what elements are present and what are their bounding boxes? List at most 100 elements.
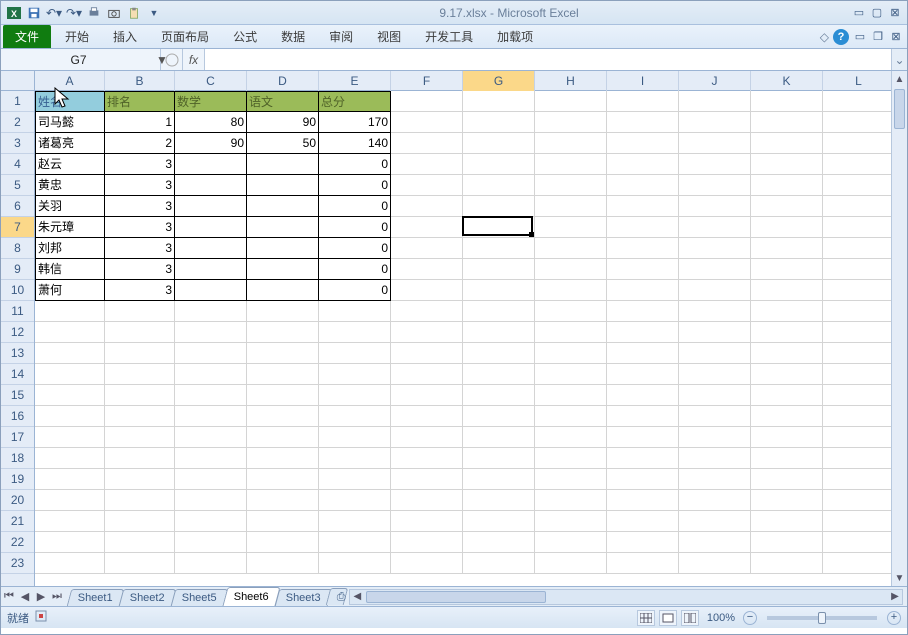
cell-B19[interactable] [105,469,175,490]
cell-L13[interactable] [823,343,891,364]
cell-E2[interactable]: 170 [319,112,391,133]
row-header-21[interactable]: 21 [1,511,34,532]
sheet-tab-Sheet2[interactable]: Sheet2 [119,589,176,606]
row-header-10[interactable]: 10 [1,280,34,301]
cell-L4[interactable] [823,154,891,175]
cell-L20[interactable] [823,490,891,511]
cell-F21[interactable] [391,511,463,532]
tab-review[interactable]: 审阅 [317,25,365,48]
cell-L7[interactable] [823,217,891,238]
cell-I9[interactable] [607,259,679,280]
cell-K9[interactable] [751,259,823,280]
col-header-A[interactable]: A [35,71,105,91]
cell-J5[interactable] [679,175,751,196]
cell-B16[interactable] [105,406,175,427]
cell-B18[interactable] [105,448,175,469]
cell-C21[interactable] [175,511,247,532]
row-header-17[interactable]: 17 [1,427,34,448]
cell-B9[interactable]: 3 [105,259,175,280]
cell-E21[interactable] [319,511,391,532]
cell-I14[interactable] [607,364,679,385]
cell-H20[interactable] [535,490,607,511]
cell-K6[interactable] [751,196,823,217]
col-header-E[interactable]: E [319,71,391,91]
cell-F9[interactable] [391,259,463,280]
cell-G22[interactable] [463,532,535,553]
cell-G4[interactable] [463,154,535,175]
cell-G19[interactable] [463,469,535,490]
cell-H1[interactable] [535,91,607,112]
print-preview-icon[interactable] [85,4,103,22]
cell-C16[interactable] [175,406,247,427]
cell-E14[interactable] [319,364,391,385]
row-header-8[interactable]: 8 [1,238,34,259]
cell-H18[interactable] [535,448,607,469]
col-header-F[interactable]: F [391,71,463,91]
cell-L8[interactable] [823,238,891,259]
cell-G11[interactable] [463,301,535,322]
cell-A19[interactable] [35,469,105,490]
select-all-corner[interactable] [1,71,35,91]
scroll-right-icon[interactable]: ▶ [888,590,902,604]
cell-K15[interactable] [751,385,823,406]
cell-E9[interactable]: 0 [319,259,391,280]
row-header-15[interactable]: 15 [1,385,34,406]
sheet-nav-first-icon[interactable]: ⏮ [1,590,17,603]
cell-K14[interactable] [751,364,823,385]
cell-B3[interactable]: 2 [105,133,175,154]
cell-G12[interactable] [463,322,535,343]
cell-J13[interactable] [679,343,751,364]
cell-A10[interactable]: 萧何 [35,280,105,301]
cell-L15[interactable] [823,385,891,406]
cell-L10[interactable] [823,280,891,301]
row-header-19[interactable]: 19 [1,469,34,490]
cell-F7[interactable] [391,217,463,238]
file-tab[interactable]: 文件 [3,25,51,48]
new-sheet-button[interactable]: ⎙ [326,588,349,605]
cell-K23[interactable] [751,553,823,574]
cell-J19[interactable] [679,469,751,490]
cell-I23[interactable] [607,553,679,574]
cell-E18[interactable] [319,448,391,469]
cell-K5[interactable] [751,175,823,196]
workbook-minimize-button[interactable]: ▭ [853,31,867,43]
cell-F4[interactable] [391,154,463,175]
cell-L22[interactable] [823,532,891,553]
hscroll-thumb[interactable] [366,591,546,603]
cell-C11[interactable] [175,301,247,322]
cell-L6[interactable] [823,196,891,217]
cell-F8[interactable] [391,238,463,259]
qat-customize-icon[interactable]: ▼ [145,4,163,22]
cell-B7[interactable]: 3 [105,217,175,238]
cell-K3[interactable] [751,133,823,154]
cell-I2[interactable] [607,112,679,133]
cell-I21[interactable] [607,511,679,532]
cell-D19[interactable] [247,469,319,490]
cell-H15[interactable] [535,385,607,406]
cell-F18[interactable] [391,448,463,469]
cell-F23[interactable] [391,553,463,574]
cell-J17[interactable] [679,427,751,448]
cell-D23[interactable] [247,553,319,574]
row-header-14[interactable]: 14 [1,364,34,385]
cell-K11[interactable] [751,301,823,322]
maximize-button[interactable]: ▢ [869,6,885,20]
row-header-18[interactable]: 18 [1,448,34,469]
row-header-3[interactable]: 3 [1,133,34,154]
cell-J21[interactable] [679,511,751,532]
minimize-button[interactable]: ▭ [851,6,867,20]
cell-C2[interactable]: 80 [175,112,247,133]
cell-E1[interactable]: 总分 [319,91,391,112]
cell-G1[interactable] [463,91,535,112]
cell-G7[interactable] [463,217,535,238]
cell-K4[interactable] [751,154,823,175]
cells-area[interactable]: 姓名排名数学语文总分司马懿18090170诸葛亮29050140赵云30黄忠30… [35,91,891,586]
cell-K17[interactable] [751,427,823,448]
cell-K10[interactable] [751,280,823,301]
cell-K16[interactable] [751,406,823,427]
cell-L2[interactable] [823,112,891,133]
col-header-L[interactable]: L [823,71,895,91]
cell-E10[interactable]: 0 [319,280,391,301]
cell-A18[interactable] [35,448,105,469]
cell-K1[interactable] [751,91,823,112]
